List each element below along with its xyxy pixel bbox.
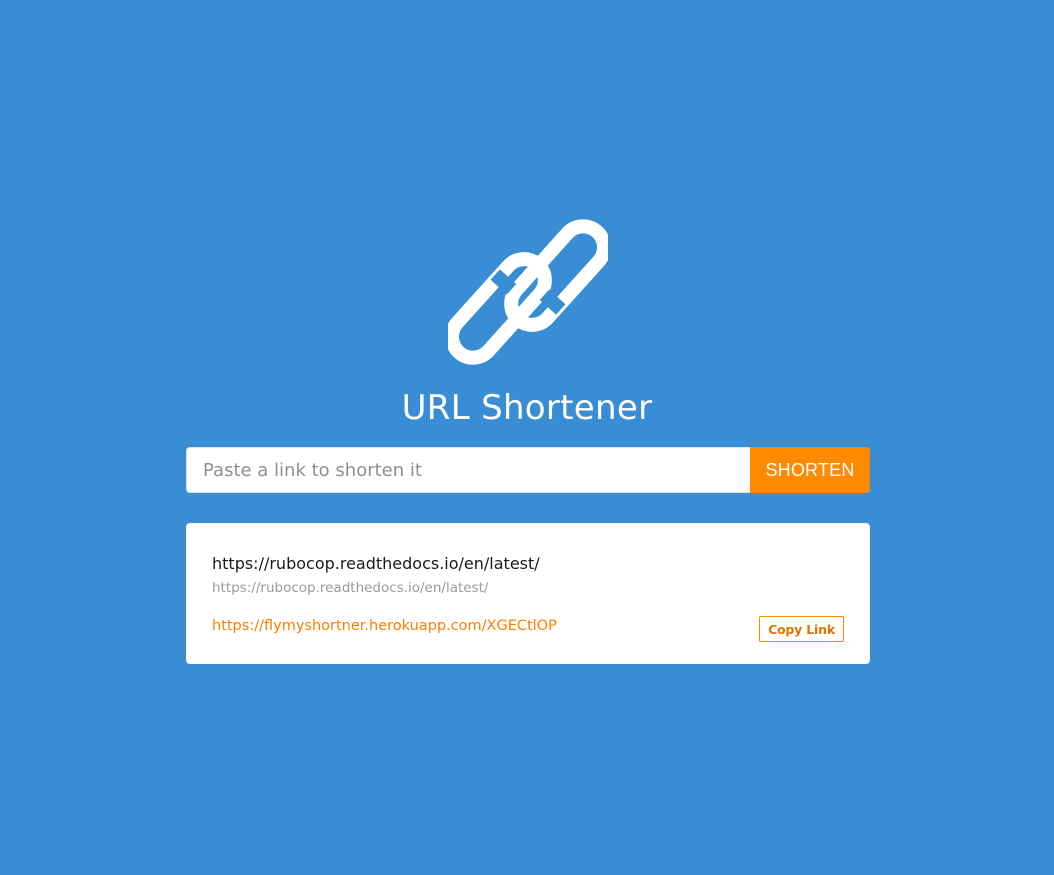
page-title: URL Shortener — [401, 388, 653, 428]
url-input[interactable] — [186, 447, 750, 493]
shorten-form: SHORTEN — [186, 447, 870, 493]
result-card: https://rubocop.readthedocs.io/en/latest… — [186, 523, 870, 664]
chain-link-icon — [448, 219, 608, 365]
original-url: https://rubocop.readthedocs.io/en/latest… — [212, 554, 540, 573]
original-url-secondary: https://rubocop.readthedocs.io/en/latest… — [212, 580, 489, 596]
short-url-link[interactable]: https://flymyshortner.herokuapp.com/XGEC… — [212, 616, 557, 636]
shorten-button[interactable]: SHORTEN — [750, 447, 870, 493]
copy-link-button[interactable]: Copy Link — [759, 616, 844, 642]
